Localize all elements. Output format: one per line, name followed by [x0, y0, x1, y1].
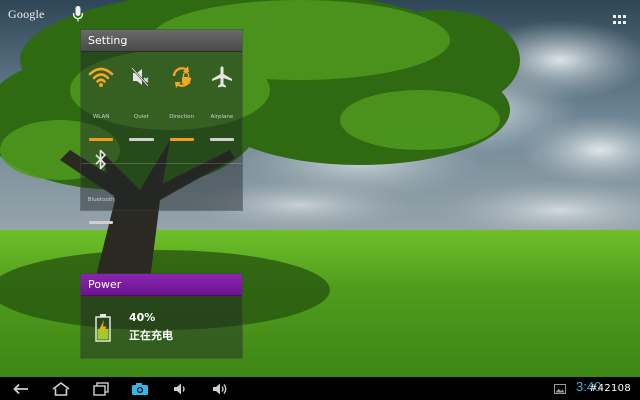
bluetooth-icon	[88, 147, 114, 173]
airplane-icon	[209, 64, 235, 90]
power-widget-title: Power	[81, 274, 242, 296]
all-apps-grid-icon[interactable]	[613, 10, 627, 24]
watermark-text: #42108	[589, 383, 631, 394]
toggle-bluetooth[interactable]: Bluetooth	[81, 139, 121, 231]
toggle-direction-label: Direction	[169, 114, 195, 120]
toggle-direction[interactable]: Direction	[162, 56, 202, 148]
camera-icon	[132, 382, 148, 395]
back-button[interactable]	[10, 379, 32, 398]
recent-apps-button[interactable]	[90, 379, 112, 398]
toggle-wlan-label: WLAN	[92, 114, 110, 120]
wifi-icon	[88, 64, 114, 90]
toggle-quiet-label: Quiet	[133, 114, 149, 120]
system-navigation-bar: 3:40	[0, 377, 640, 400]
volume-down-button[interactable]	[169, 379, 191, 398]
toggle-bluetooth-indicator	[89, 221, 114, 224]
home-button[interactable]	[50, 379, 72, 398]
back-arrow-icon	[13, 383, 28, 394]
setting-toggle-row: WLAN Quiet Direction Airplane	[81, 56, 242, 148]
volume-up-icon	[213, 383, 227, 394]
quiet-speaker-icon	[128, 64, 154, 90]
voice-search-mic-icon[interactable]	[72, 5, 84, 23]
google-search-bar[interactable]: Google	[8, 4, 45, 24]
toggle-wlan[interactable]: WLAN	[81, 56, 121, 148]
setting-widget-title: Setting	[81, 30, 242, 52]
setting-widget: Setting WLAN Quiet Direction Airplane Bl…	[80, 29, 243, 224]
home-icon	[52, 381, 70, 396]
charging-status-text: 正在充电	[129, 329, 173, 342]
battery-level-text: 40%	[129, 311, 156, 324]
toggle-bluetooth-label: Bluetooth	[87, 197, 115, 203]
gallery-notification-icon[interactable]	[553, 379, 567, 398]
toggle-airplane-label: Airplane	[210, 114, 234, 120]
recent-apps-icon	[93, 381, 109, 396]
volume-down-icon	[174, 383, 185, 394]
rotation-lock-icon	[169, 64, 195, 90]
battery-charging-icon	[95, 314, 111, 342]
toggle-quiet[interactable]: Quiet	[121, 56, 161, 148]
setting-toggle-row-2: Bluetooth	[81, 139, 242, 231]
volume-up-button[interactable]	[208, 379, 232, 398]
screenshot-button[interactable]	[129, 379, 151, 398]
power-widget[interactable]: Power 40% 正在充电	[80, 273, 243, 359]
google-label: Google	[8, 6, 45, 21]
toggle-airplane[interactable]: Airplane	[202, 56, 242, 148]
